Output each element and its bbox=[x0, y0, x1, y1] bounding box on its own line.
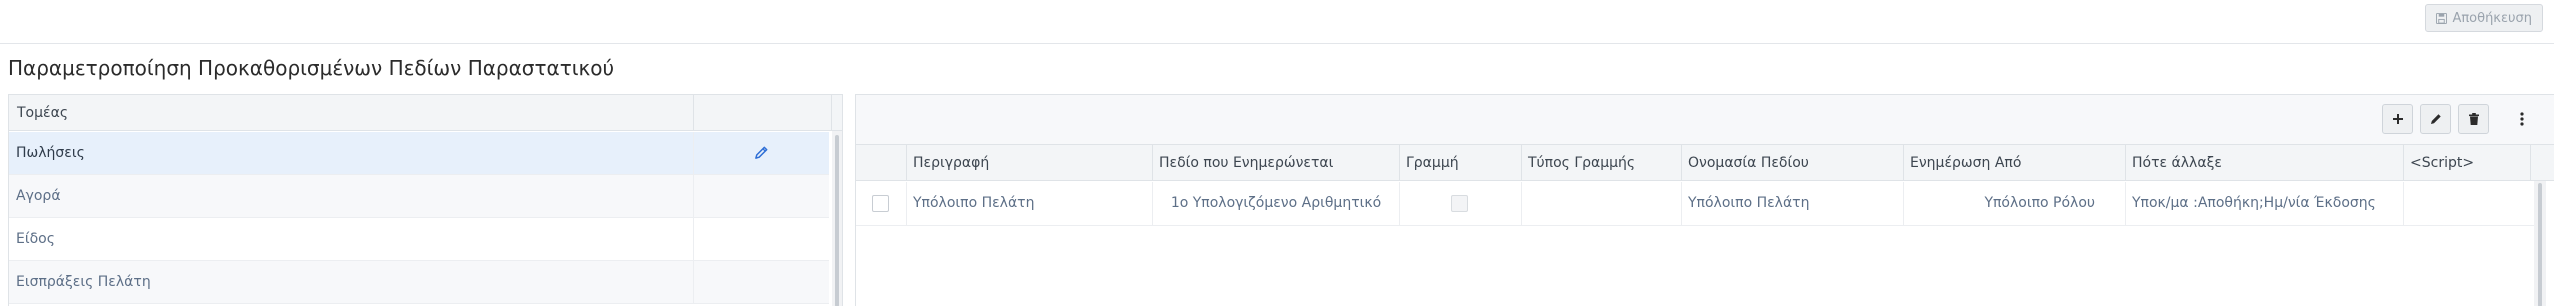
sector-list-panel: Τομέας Πωλήσεις Αγορά Είδος Εισπράξεις Π… bbox=[8, 94, 843, 306]
column-header-script[interactable]: <Script> bbox=[2403, 145, 2530, 181]
pencil-icon bbox=[2430, 114, 2441, 124]
column-header-line[interactable]: Γραμμή bbox=[1399, 145, 1521, 181]
cell-description: Υπόλοιπο Πελάτη bbox=[906, 182, 1152, 226]
line-checkbox[interactable] bbox=[1451, 195, 1468, 212]
column-divider bbox=[831, 95, 832, 131]
column-header-description[interactable]: Περιγραφή bbox=[906, 145, 1152, 181]
top-bar: Αποθήκευση bbox=[0, 0, 2554, 44]
column-header-field-name[interactable]: Ονομασία Πεδίου bbox=[1681, 145, 1903, 181]
column-divider bbox=[693, 261, 694, 303]
grid-header: Περιγραφή Πεδίο που Ενημερώνεται Γραμμή … bbox=[856, 145, 2554, 181]
cell-when-changed: Υποκ/μα :Αποθήκη;Ημ/νία Έκδοσης bbox=[2125, 182, 2403, 226]
row-select-cell bbox=[856, 182, 906, 226]
sector-row-sales[interactable]: Πωλήσεις bbox=[9, 132, 829, 175]
column-divider bbox=[693, 132, 694, 174]
sector-row-item[interactable]: Είδος bbox=[9, 218, 829, 261]
vertical-ellipsis-icon bbox=[2520, 112, 2524, 126]
sector-label: Είδος bbox=[16, 231, 55, 247]
cell-update-from: Υπόλοιπο Ρόλου bbox=[1903, 182, 2125, 226]
cell-line bbox=[1399, 182, 1521, 226]
sector-column-header[interactable]: Τομέας bbox=[17, 105, 68, 121]
cell-updated-field: 1ο Υπολογιζόμενο Αριθμητικό bbox=[1152, 182, 1399, 226]
more-options-button[interactable] bbox=[2515, 107, 2529, 131]
row-checkbox[interactable] bbox=[872, 195, 889, 212]
table-row[interactable]: Υπόλοιπο Πελάτη 1ο Υπολογιζόμενο Αριθμητ… bbox=[856, 182, 2536, 226]
edit-button[interactable] bbox=[2420, 104, 2451, 134]
save-button[interactable]: Αποθήκευση bbox=[2425, 4, 2543, 32]
column-divider bbox=[693, 175, 694, 217]
sector-row-customer-receipts[interactable]: Εισπράξεις Πελάτη bbox=[9, 261, 829, 304]
column-header-when-changed[interactable]: Πότε άλλαξε bbox=[2125, 145, 2403, 181]
cell-line-type bbox=[1521, 182, 1681, 226]
cell-script bbox=[2403, 182, 2530, 226]
delete-button[interactable] bbox=[2458, 104, 2489, 134]
column-header-line-type[interactable]: Τύπος Γραμμής bbox=[1521, 145, 1681, 181]
scrollbar-thumb[interactable] bbox=[2538, 183, 2542, 306]
grid-scrollbar[interactable] bbox=[2534, 181, 2546, 306]
fields-grid-panel: Περιγραφή Πεδίο που Ενημερώνεται Γραμμή … bbox=[855, 94, 2554, 306]
page-title: Παραμετροποίηση Προκαθορισμένων Πεδίων Π… bbox=[8, 56, 615, 80]
cell-field-name: Υπόλοιπο Πελάτη bbox=[1681, 182, 1903, 226]
sector-label: Εισπράξεις Πελάτη bbox=[16, 274, 151, 290]
add-button[interactable] bbox=[2382, 104, 2413, 134]
sector-row-purchase[interactable]: Αγορά bbox=[9, 175, 829, 218]
column-divider bbox=[693, 218, 694, 260]
column-header-updated-field[interactable]: Πεδίο που Ενημερώνεται bbox=[1152, 145, 1399, 181]
select-all-column-header bbox=[856, 145, 906, 181]
sector-list-scrollbar[interactable] bbox=[832, 131, 842, 306]
sector-label: Πωλήσεις bbox=[16, 145, 85, 161]
floppy-disk-icon bbox=[2436, 12, 2448, 24]
sector-list-header: Τομέας bbox=[9, 95, 842, 131]
save-button-label: Αποθήκευση bbox=[2452, 10, 2532, 26]
column-header-spacer bbox=[2530, 145, 2554, 181]
scrollbar-thumb[interactable] bbox=[835, 135, 839, 306]
grid-toolbar bbox=[856, 95, 2554, 145]
sector-label: Αγορά bbox=[16, 188, 61, 204]
column-header-update-from[interactable]: Ενημέρωση Από bbox=[1903, 145, 2125, 181]
pencil-icon[interactable] bbox=[754, 145, 769, 160]
plus-icon bbox=[2392, 114, 2403, 124]
trash-icon bbox=[2468, 113, 2479, 125]
column-divider bbox=[693, 95, 694, 131]
